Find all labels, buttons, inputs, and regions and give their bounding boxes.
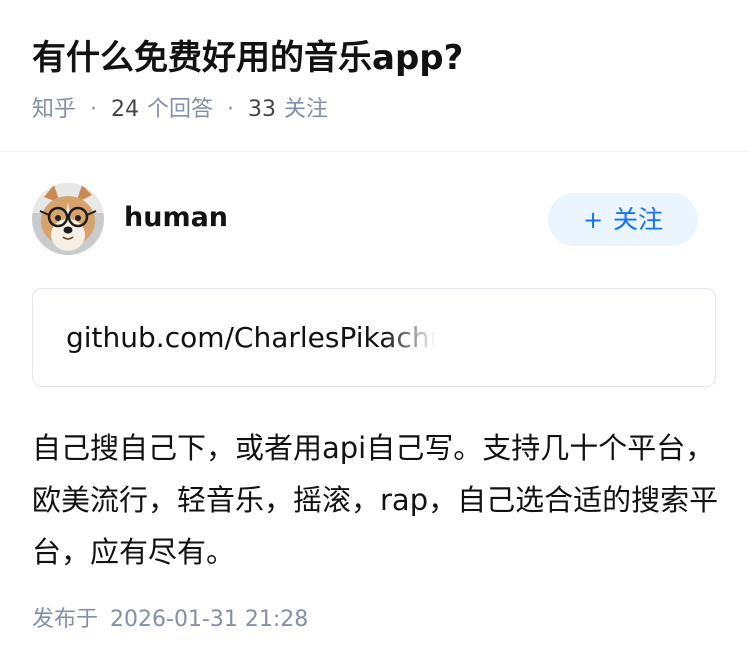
- author-name[interactable]: human: [124, 200, 228, 236]
- answer-content: 自己搜自己下，或者用api自己写。支持几十个平台，欧美流行，轻音乐，摇滚，rap…: [32, 431, 719, 569]
- separator-dot: ·: [227, 97, 235, 122]
- publish-info: 发布于 2026-01-31 21:28: [32, 604, 308, 636]
- link-card-text: github.com/CharlesPikachu: [66, 321, 436, 354]
- follower-count-label: 关注: [284, 97, 329, 122]
- follower-count: 33: [248, 97, 277, 122]
- author-avatar[interactable]: [32, 183, 104, 255]
- publish-time: 2026-01-31 21:28: [110, 607, 309, 632]
- corgi-avatar-icon: [32, 183, 104, 255]
- answer-count: 24: [111, 97, 140, 122]
- publish-label: 发布于: [32, 607, 99, 632]
- follow-button[interactable]: + 关注: [548, 193, 698, 246]
- answer-count-label: 个回答: [147, 97, 214, 122]
- follow-button-label: 关注: [613, 205, 664, 234]
- source-label[interactable]: 知乎: [32, 94, 76, 126]
- link-card[interactable]: github.com/CharlesPikachu: [32, 288, 716, 387]
- question-title[interactable]: 有什么免费好用的音乐app?: [32, 34, 463, 82]
- question-header: 有什么免费好用的音乐app? 知乎 · 24 个回答 · 33 关注: [0, 0, 750, 151]
- section-divider: [0, 151, 750, 152]
- plus-icon: +: [582, 206, 604, 234]
- separator-dot: ·: [90, 97, 98, 122]
- question-meta: 知乎 · 24 个回答 · 33 关注: [32, 94, 328, 126]
